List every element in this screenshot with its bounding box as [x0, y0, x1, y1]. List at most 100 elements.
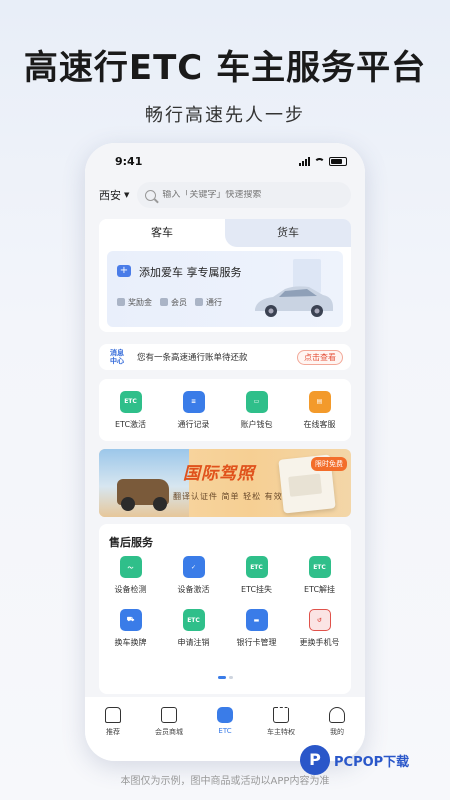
- watermark-text: PCPOP下载: [334, 754, 410, 770]
- status-icons: [299, 157, 347, 166]
- banner-title: 国际驾照: [183, 464, 255, 484]
- battery-icon: [329, 157, 347, 166]
- page-indicator: [85, 676, 365, 679]
- mall-icon: [161, 707, 177, 723]
- phone-frame: 9:41 西安 ▼ 客车 货车 + 添加爱车: [85, 143, 365, 761]
- service-label: 换车换牌: [114, 638, 147, 647]
- service-device-activate[interactable]: ✓ 设备激活: [162, 556, 225, 595]
- service-label: 更换手机号: [299, 638, 340, 647]
- promo-tags: 奖励金 会员 通行: [117, 297, 222, 308]
- nav-owner-privileges[interactable]: 车主特权: [256, 707, 306, 761]
- service-cancel[interactable]: ETC 申请注销: [162, 609, 225, 648]
- nav-label: 推荐: [106, 728, 120, 736]
- service-etc-report-loss[interactable]: ETC ETC挂失: [225, 556, 288, 595]
- app-screen: 9:41 西安 ▼ 客车 货车 + 添加爱车: [85, 143, 365, 761]
- vehicle-tabs-card: 客车 货车 + 添加爱车 享专属服务 奖励金 会员 通行: [99, 219, 351, 332]
- subline: 畅行高速先人一步: [145, 105, 305, 126]
- search-icon: [145, 189, 157, 201]
- quick-actions: ETC ETC激活 ≡ 通行记录 ▭ 账户钱包 ▤ 在线客服: [99, 379, 351, 441]
- user-icon: [329, 707, 345, 723]
- promo-tag: 奖励金: [117, 297, 152, 308]
- diamond-icon: [160, 298, 168, 306]
- message-text: 您有一条高速通行账单待还款: [137, 353, 248, 363]
- page-dot-active: [217, 676, 226, 679]
- quick-action-label: 账户钱包: [240, 419, 273, 429]
- quick-action-records[interactable]: ≡ 通行记录: [164, 390, 224, 430]
- search-bar[interactable]: [137, 182, 351, 208]
- quick-action-label: 通行记录: [177, 419, 210, 429]
- promo-tag: 会员: [160, 297, 187, 308]
- search-input[interactable]: [162, 190, 323, 200]
- quick-action-support[interactable]: ▤ 在线客服: [290, 390, 350, 430]
- after-sales-title: 售后服务: [109, 536, 153, 549]
- nav-label: 车主特权: [267, 728, 295, 736]
- caret-down-icon: ▼: [124, 191, 130, 199]
- wallet-icon: ▭: [245, 390, 268, 413]
- status-bar: 9:41: [85, 155, 365, 171]
- add-car-promo[interactable]: + 添加爱车 享专属服务 奖励金 会员 通行: [107, 251, 343, 327]
- bank-card-icon: ▬: [245, 609, 268, 631]
- promo-tag: 通行: [195, 297, 222, 308]
- etc-activate-icon: ETC: [119, 390, 142, 413]
- home-icon: [105, 707, 121, 723]
- etc-unlock-icon: ETC: [308, 556, 331, 578]
- nav-label: ETC: [218, 727, 232, 735]
- vehicle-tabs: 客车 货车: [99, 219, 351, 247]
- wheel-illustration: [153, 497, 167, 511]
- signal-icon: [299, 157, 310, 166]
- add-car-icon: +: [117, 265, 131, 277]
- service-label: 设备激活: [177, 585, 210, 594]
- top-bar: 西安 ▼: [99, 181, 351, 209]
- service-change-car[interactable]: ⛟ 换车换牌: [99, 609, 162, 648]
- service-label: 申请注销: [177, 638, 210, 647]
- etc-car-icon: [217, 707, 233, 723]
- service-device-check[interactable]: 〜 设备检测: [99, 556, 162, 595]
- service-label: ETC挂失: [240, 585, 273, 594]
- quick-action-label: 在线客服: [303, 419, 336, 429]
- shield-check-icon: ✓: [182, 556, 205, 578]
- service-label: ETC解挂: [303, 585, 336, 594]
- service-label: 设备检测: [114, 585, 147, 594]
- document-icon: ≡: [182, 390, 205, 413]
- quick-action-wallet[interactable]: ▭ 账户钱包: [227, 390, 287, 430]
- nav-etc[interactable]: ETC: [200, 707, 250, 761]
- nav-label: 会员商城: [155, 728, 183, 736]
- headline: 高速行ETC 车主服务平台: [23, 48, 427, 88]
- page-dot: [228, 676, 233, 679]
- nav-label: 我的: [330, 728, 344, 736]
- promo-title: 添加爱车 享专属服务: [139, 266, 242, 279]
- free-badge: 限时免费: [311, 457, 347, 471]
- phone-swap-icon: ↺: [308, 609, 331, 631]
- message-bar[interactable]: 消息 中心 您有一条高速通行账单待还款 点击查看: [99, 344, 351, 370]
- wheel-illustration: [121, 497, 135, 511]
- car-illustration: [255, 286, 333, 317]
- watermark: P PCPOP下载: [300, 745, 409, 775]
- message-center-badge: 消息 中心: [110, 349, 124, 365]
- service-etc-unlock[interactable]: ETC ETC解挂: [288, 556, 351, 595]
- tab-passenger-car[interactable]: 客车: [99, 219, 225, 247]
- etc-cancel-icon: ETC: [182, 609, 205, 631]
- service-change-phone[interactable]: ↺ 更换手机号: [288, 609, 351, 648]
- reward-icon: [117, 298, 125, 306]
- service-label: 银行卡管理: [236, 638, 277, 647]
- banner-subtitle: 翻译认证件 简单 轻松 有效: [173, 492, 283, 501]
- nav-member-mall[interactable]: 会员商城: [144, 707, 194, 761]
- nav-recommend[interactable]: 推荐: [88, 707, 138, 761]
- car-swap-icon: ⛟: [119, 609, 142, 631]
- quick-action-label: ETC激活: [114, 419, 147, 429]
- device-check-icon: 〜: [119, 556, 142, 578]
- chat-icon: ▤: [308, 390, 331, 413]
- pass-icon: [195, 298, 203, 306]
- crown-icon: [273, 707, 289, 723]
- service-bank-card[interactable]: ▬ 银行卡管理: [225, 609, 288, 648]
- license-banner[interactable]: 国际驾照 翻译认证件 简单 轻松 有效 限时免费: [99, 449, 351, 517]
- quick-action-etc-activate[interactable]: ETC ETC激活: [101, 390, 161, 430]
- city-selector[interactable]: 西安 ▼: [99, 187, 129, 203]
- tab-truck[interactable]: 货车: [225, 219, 351, 247]
- after-sales-card: 售后服务 〜 设备检测 ✓ 设备激活 ETC ETC挂失 ETC ETC解挂 ⛟…: [99, 524, 351, 694]
- wifi-icon: [314, 157, 325, 166]
- city-label: 西安: [99, 189, 121, 202]
- view-message-button[interactable]: 点击查看: [297, 349, 343, 365]
- after-sales-grid: 〜 设备检测 ✓ 设备激活 ETC ETC挂失 ETC ETC解挂 ⛟ 换车换牌…: [99, 556, 351, 648]
- status-time: 9:41: [115, 155, 143, 168]
